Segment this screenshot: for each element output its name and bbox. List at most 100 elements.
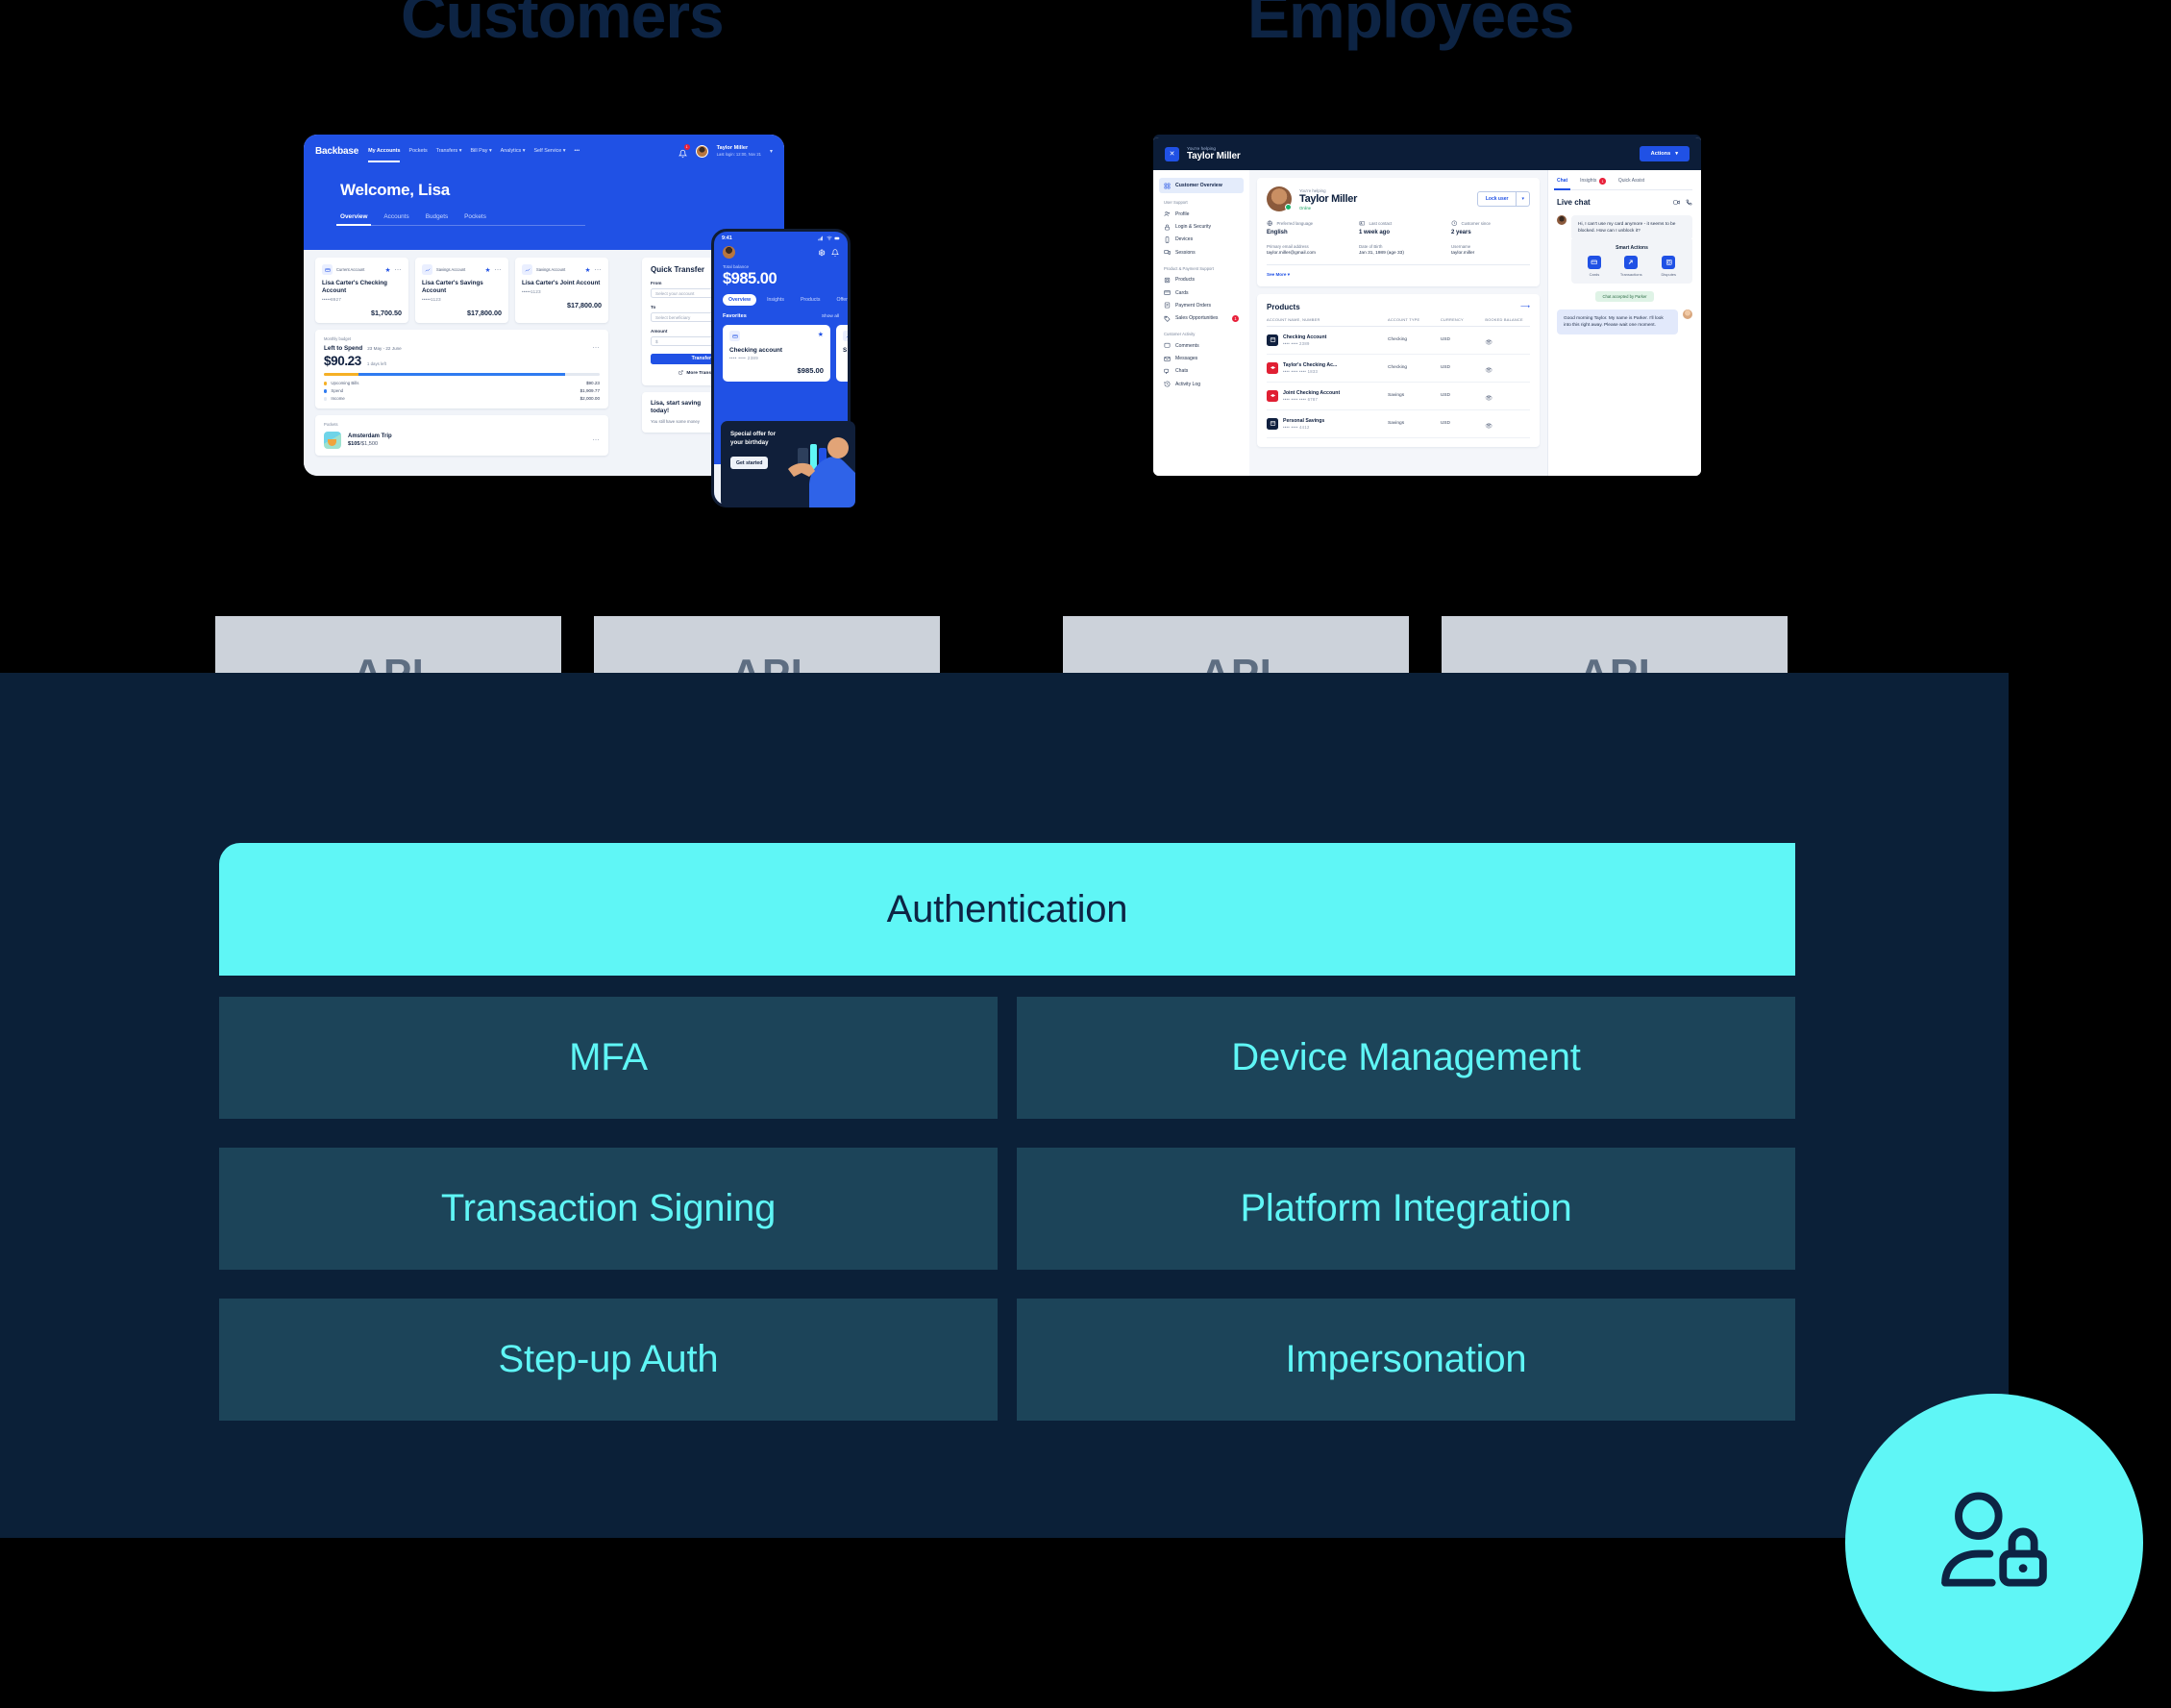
favorite-star-icon[interactable]: ★ (585, 266, 591, 274)
legend-label: Income (331, 396, 345, 402)
see-more-link[interactable]: See More ▾ (1267, 263, 1530, 278)
close-icon[interactable]: ✕ (1165, 146, 1179, 161)
feature-tile-impersonation: Impersonation (1017, 1299, 1795, 1421)
tab-insights[interactable]: Insights 1 (1580, 178, 1606, 185)
show-all-link[interactable]: Show all (822, 314, 839, 319)
more-options-icon[interactable]: ⋯ (595, 266, 603, 274)
account-card[interactable]: Current Account ★ ⋯ Lisa Carter's Checki… (315, 258, 408, 324)
sidebar-item-sessions[interactable]: Sessions (1159, 246, 1244, 259)
sidebar-item-customer-overview[interactable]: Customer Overview (1159, 178, 1244, 193)
favorite-star-icon[interactable]: ★ (818, 331, 824, 338)
avatar (1683, 309, 1692, 319)
more-options-icon[interactable]: ⋯ (395, 266, 403, 274)
sidebar-group-title: User Support (1164, 200, 1188, 205)
pocket-info: Amsterdam Trip $105/$1,500 (348, 433, 392, 447)
sidebar-item-login-security[interactable]: Login & Security (1159, 220, 1244, 233)
more-options-icon[interactable]: ⋯ (593, 344, 601, 352)
product-balance-toggle[interactable]: 👁 (1485, 332, 1530, 349)
sidebar-item-comments[interactable]: Comments (1159, 339, 1244, 352)
phone-card-number: •••• •••• 2389 (729, 356, 759, 360)
product-balance-toggle[interactable]: 👁 (1485, 387, 1530, 405)
sidebar-item-products[interactable]: Products (1159, 274, 1244, 286)
phone-account-card-next[interactable]: S (836, 325, 848, 382)
smart-action-transactions[interactable]: Transactions (1620, 255, 1642, 277)
sidebar-item-profile[interactable]: Profile (1159, 208, 1244, 220)
brand-logo: Backbase (315, 145, 359, 157)
chevron-down-icon[interactable]: ▾ (1517, 191, 1530, 207)
get-started-button[interactable]: Get started (730, 457, 769, 470)
phone-tab-offers[interactable]: Offers (830, 294, 848, 306)
avatar[interactable] (695, 144, 708, 158)
sidebar-item-label: Sessions (1175, 249, 1196, 256)
smart-action-cards[interactable]: Cards (1587, 255, 1601, 277)
tab-budgets[interactable]: Budgets (426, 213, 448, 220)
phone-icon[interactable] (1686, 199, 1692, 206)
avatar[interactable] (723, 246, 735, 259)
customer-navbar: Backbase My Accounts Pockets Transfers ▾… (304, 135, 784, 167)
table-row[interactable]: Joint Checking Account •••• •••• •••• 67… (1267, 383, 1530, 410)
pocket-amount: $105/$1,500 (348, 441, 392, 447)
employee-center-column: You're helping Taylor Miller Online Lock… (1249, 170, 1547, 476)
birthday-offer-card[interactable]: Special offer for your birthday Get star… (721, 421, 855, 507)
sidebar-group-title: Product & Payment Support (1164, 265, 1214, 271)
actions-button[interactable]: Actions ▾ (1639, 146, 1690, 161)
nav-item-bill-pay[interactable]: Bill Pay ▾ (470, 148, 491, 154)
sidebar-item-sales-opportunities[interactable]: Sales Opportunities 1 (1159, 312, 1244, 325)
account-card[interactable]: Savings Account ★ ⋯ Lisa Carter's Saving… (415, 258, 508, 324)
offer-illustration (788, 437, 855, 507)
product-balance-toggle[interactable]: 👁 (1485, 359, 1530, 377)
nav-label: Analytics (500, 148, 522, 154)
sidebar-item-payment-orders[interactable]: Payment Orders (1159, 299, 1244, 311)
tag-icon (1164, 315, 1171, 322)
smart-action-disputes[interactable]: Disputes (1661, 255, 1676, 277)
phone-tab-insights[interactable]: Insights (761, 294, 790, 306)
chevron-down-icon[interactable]: ▾ (770, 148, 773, 155)
phone-tab-overview[interactable]: Overview (723, 294, 757, 306)
product-balance-toggle[interactable]: 👁 (1485, 415, 1530, 433)
nav-item-analytics[interactable]: Analytics ▾ (501, 148, 526, 154)
table-row[interactable]: Personal Savings •••• •••• 4412 Savings … (1267, 410, 1530, 438)
sidebar-item-chats[interactable]: Chats (1159, 365, 1244, 378)
sidebar-item-cards[interactable]: Cards (1159, 286, 1244, 299)
sidebar-item-messages[interactable]: Messages (1159, 352, 1244, 364)
tab-quick-assist[interactable]: Quick Assist (1618, 178, 1644, 185)
more-options-icon[interactable]: ⋯ (495, 266, 503, 274)
tab-chat[interactable]: Chat (1553, 178, 1571, 189)
sidebar-item-activity-log[interactable]: Activity Log (1159, 378, 1244, 390)
phone-account-card[interactable]: ★ Checking account •••• •••• 2389 $985.0… (723, 325, 830, 382)
account-name: Lisa Carter's Savings Account (422, 280, 483, 295)
favorite-star-icon[interactable]: ★ (385, 266, 391, 274)
nav-item-pockets[interactable]: Pockets (408, 148, 427, 154)
favorite-star-icon[interactable]: ★ (485, 266, 491, 274)
nav-item-self-service[interactable]: Self Service ▾ (533, 148, 565, 154)
lock-user-button[interactable]: Lock user (1476, 191, 1517, 207)
legend-value: $1,909.77 (580, 388, 600, 394)
feature-tile-platform-integration: Platform Integration (1017, 1148, 1795, 1270)
tab-accounts[interactable]: Accounts (383, 213, 408, 220)
account-card[interactable]: Savings Account ★ ⋯ Lisa Carter's Joint … (515, 258, 608, 324)
legend-label: Spend (331, 388, 344, 394)
nav-item-transfers[interactable]: Transfers ▾ (436, 148, 462, 154)
eye-icon: 👁 (1485, 395, 1493, 402)
user-info[interactable]: Taylor Miller Last login: 12:00, Nov 21 (717, 145, 761, 157)
more-options-icon[interactable]: ⋯ (593, 436, 601, 444)
product-type: Savings (1388, 421, 1405, 426)
table-row[interactable]: Checking Account •••• •••• 2389 Checking… (1267, 327, 1530, 355)
chat-panel-tabs: Chat Insights 1 Quick Assist (1553, 178, 1692, 190)
video-icon[interactable] (1673, 199, 1680, 206)
product-account-info: Joint Checking Account •••• •••• •••• 67… (1283, 390, 1340, 402)
notifications-bell-icon[interactable]: 1 (678, 144, 690, 159)
arrow-right-icon[interactable]: ⟶ (1520, 303, 1530, 310)
sidebar-item-devices[interactable]: Devices (1159, 234, 1244, 246)
pocket-item[interactable]: Amsterdam Trip $105/$1,500 ⋯ (324, 432, 601, 450)
smart-action-label: Cards (1589, 271, 1600, 277)
table-row[interactable]: Taylor's Checking Ac... •••• •••• •••• 1… (1267, 355, 1530, 383)
helping-customer-name: Taylor Miller (1187, 150, 1241, 161)
phone-tab-products[interactable]: Products (795, 294, 826, 306)
tab-overview[interactable]: Overview (335, 213, 372, 226)
tab-pockets[interactable]: Pockets (464, 213, 486, 220)
bank-logo-icon (1267, 417, 1278, 430)
nav-item-my-accounts[interactable]: My Accounts (368, 148, 401, 162)
nav-item-overflow[interactable]: ••• (574, 148, 580, 154)
customer-navbar-right: 1 Taylor Miller Last login: 12:00, Nov 2… (678, 144, 773, 159)
